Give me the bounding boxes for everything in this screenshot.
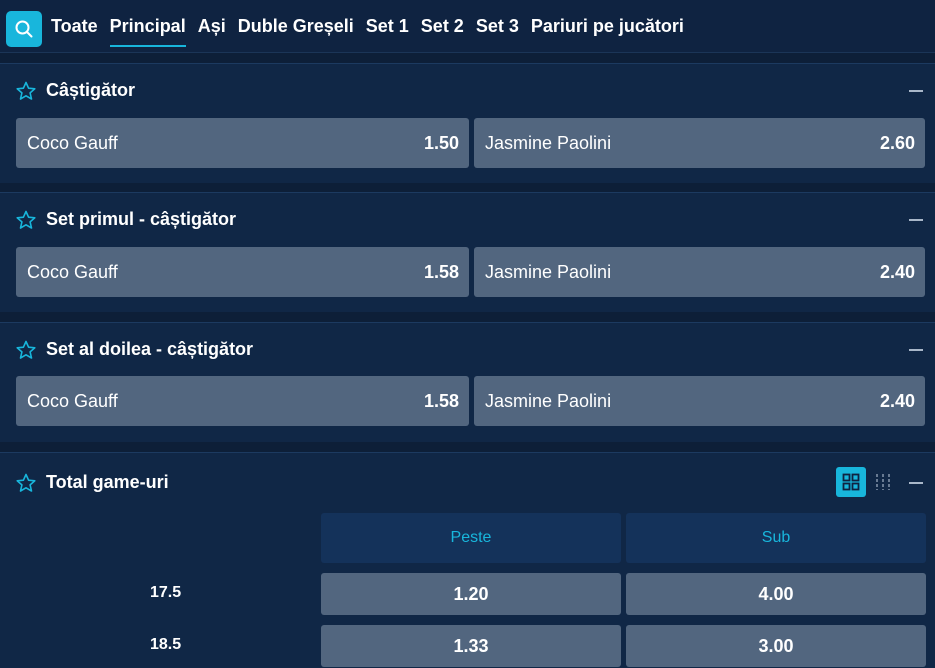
column-header-under: Sub <box>626 513 926 563</box>
selection-odd: 1.58 <box>423 390 459 411</box>
tab-toate[interactable]: Toate <box>51 0 98 53</box>
selection-name: Jasmine Paolini <box>485 132 612 153</box>
total-line-label: 18.5 <box>150 636 182 653</box>
tab-duble-greseli[interactable]: Duble Greșeli <box>238 0 354 53</box>
star-icon[interactable] <box>16 81 36 101</box>
market-title: Set al doilea - câștigător <box>46 339 254 359</box>
search-icon <box>15 20 33 38</box>
tab-set-2[interactable]: Set 2 <box>421 0 464 53</box>
column-header-over: Peste <box>321 513 621 563</box>
market-card-total-games: Total game-uri Peste Sub 17.5 1.20 4.00 … <box>0 452 935 668</box>
market-card-second-set-winner: Set al doilea - câștigător Coco Gauff 1.… <box>0 322 935 442</box>
collapse-icon[interactable] <box>909 482 923 484</box>
market-card-first-set-winner: Set primul - câștigător Coco Gauff 1.58 … <box>0 192 935 312</box>
selection-odd: 2.40 <box>879 261 915 282</box>
tab-list: Toate Principal Ași Duble Greșeli Set 1 … <box>51 0 696 53</box>
odd-button-under[interactable]: 4.00 <box>626 573 926 615</box>
selection-name: Coco Gauff <box>27 390 118 411</box>
tab-pariuri-pe-jucatori[interactable]: Pariuri pe jucători <box>531 0 684 53</box>
odd-button-over[interactable]: 1.20 <box>321 573 621 615</box>
market-title: Set primul - câștigător <box>46 209 237 229</box>
star-icon[interactable] <box>16 340 36 360</box>
odd-button-over[interactable]: 1.33 <box>321 625 621 667</box>
market-title: Total game-uri <box>46 472 169 492</box>
odd-button[interactable]: Jasmine Paolini 2.40 <box>474 376 925 426</box>
odd-button[interactable]: Coco Gauff 1.58 <box>16 376 469 426</box>
odd-button[interactable]: Coco Gauff 1.50 <box>16 118 469 168</box>
selection-odd: 1.50 <box>423 132 459 153</box>
selection-name: Coco Gauff <box>27 261 118 282</box>
selection-odd: 2.60 <box>879 132 915 153</box>
sliders-icon <box>876 474 890 490</box>
market-tabs-bar: Toate Principal Ași Duble Greșeli Set 1 … <box>0 0 935 53</box>
odd-button[interactable]: Coco Gauff 1.58 <box>16 247 469 297</box>
market-title: Câștigător <box>46 80 136 100</box>
market-card-winner: Câștigător Coco Gauff 1.50 Jasmine Paoli… <box>0 63 935 183</box>
selection-odd: 1.58 <box>423 261 459 282</box>
tab-principal[interactable]: Principal <box>109 0 186 53</box>
search-button[interactable] <box>6 11 42 47</box>
selection-name: Jasmine Paolini <box>485 261 612 282</box>
star-icon[interactable] <box>16 473 36 493</box>
tab-set-3[interactable]: Set 3 <box>476 0 519 53</box>
selection-name: Jasmine Paolini <box>485 390 612 411</box>
collapse-icon[interactable] <box>909 349 923 351</box>
collapse-icon[interactable] <box>909 219 923 221</box>
odd-button-under[interactable]: 3.00 <box>626 625 926 667</box>
star-icon[interactable] <box>16 210 36 230</box>
odd-button[interactable]: Jasmine Paolini 2.40 <box>474 247 925 297</box>
betting-markets-page: Toate Principal Ași Duble Greșeli Set 1 … <box>0 0 935 668</box>
collapse-icon[interactable] <box>909 90 923 92</box>
tab-asi[interactable]: Ași <box>198 0 226 53</box>
selection-name: Coco Gauff <box>27 132 118 153</box>
columns-view-button[interactable] <box>871 470 895 494</box>
grid-icon <box>842 473 860 491</box>
total-line-label: 17.5 <box>150 584 182 601</box>
selection-odd: 2.40 <box>879 390 915 411</box>
grid-view-button[interactable] <box>836 467 866 497</box>
tab-set-1[interactable]: Set 1 <box>366 0 409 53</box>
odd-button[interactable]: Jasmine Paolini 2.60 <box>474 118 925 168</box>
